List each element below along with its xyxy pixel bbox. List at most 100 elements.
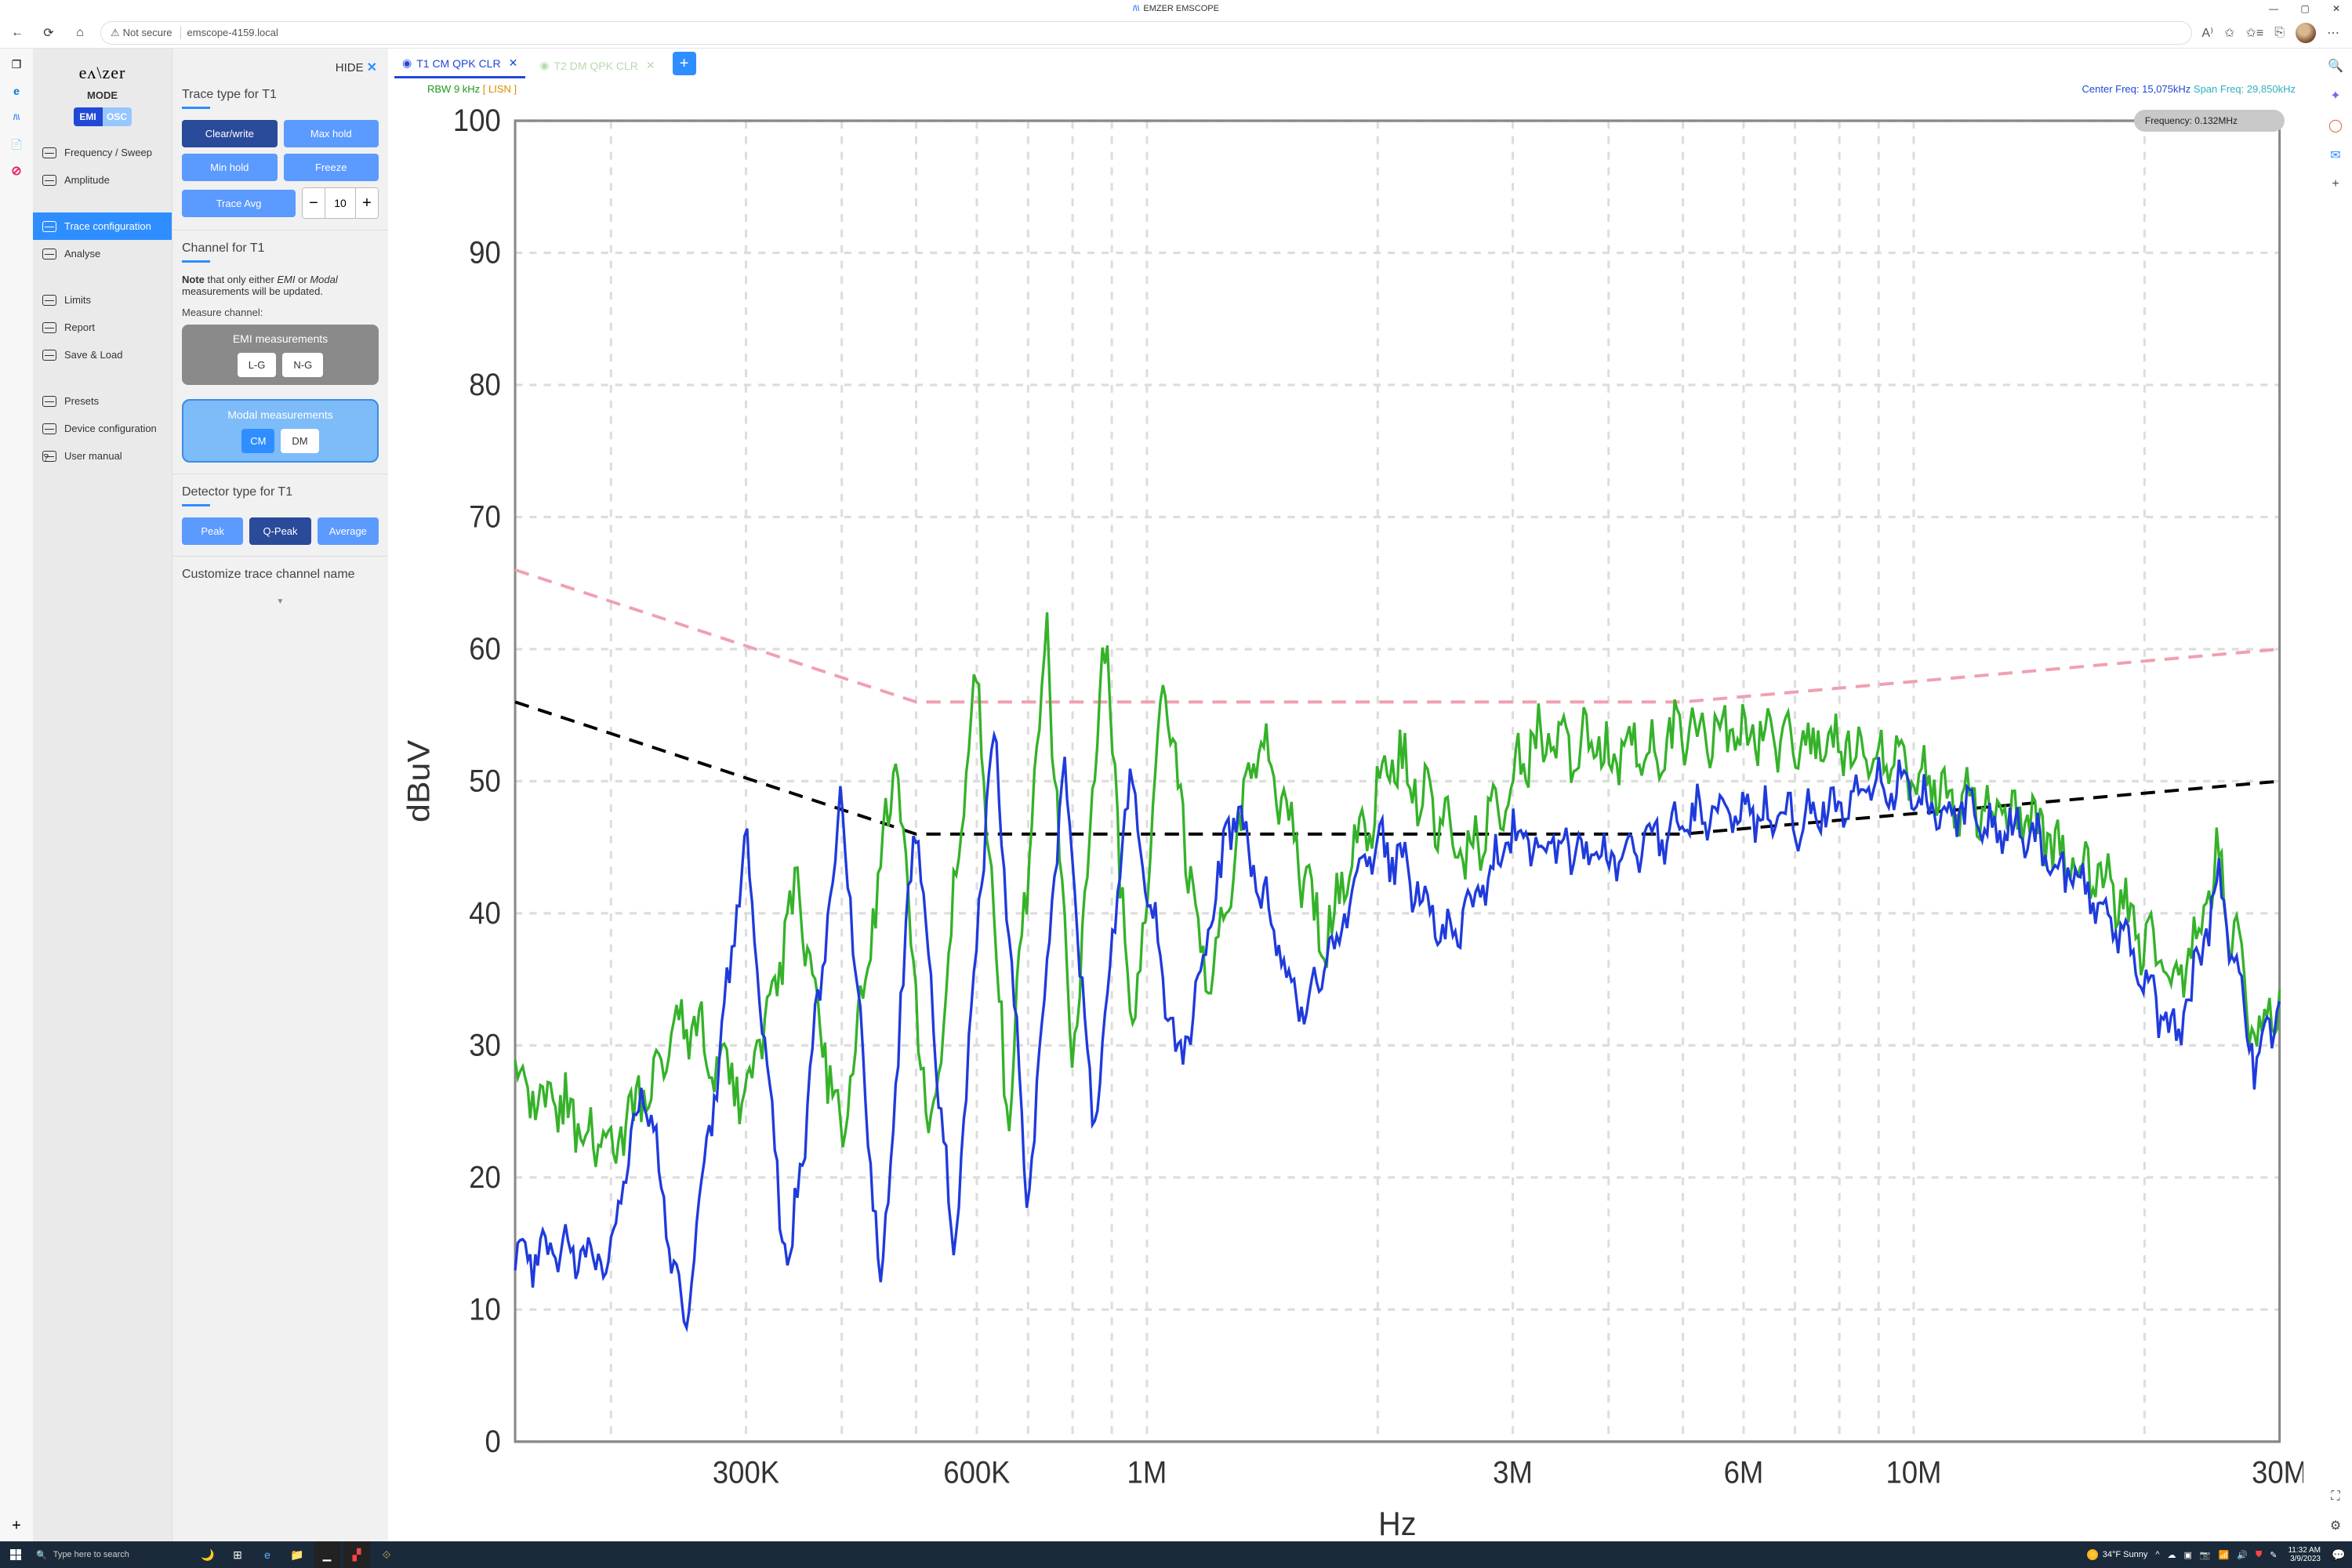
mode-emi-button[interactable]: EMI [74, 107, 103, 126]
wave-icon [42, 221, 56, 232]
clear-write-button[interactable]: Clear/write [182, 120, 278, 147]
chart-area: ◉ T1 CM QPK CLR ✕ ◉ T2 DM QPK CLR ✕ + RB… [388, 49, 2319, 1541]
task-edge-icon[interactable]: e [254, 1541, 281, 1568]
settings-icon[interactable]: ⚙ [2330, 1518, 2341, 1534]
svg-text:30: 30 [469, 1029, 501, 1063]
edge-tab-icon[interactable]: e [9, 83, 24, 99]
hide-label: HIDE [336, 61, 364, 74]
collections-icon[interactable]: ⎘ [2274, 26, 2285, 40]
nav-save-load[interactable]: Save & Load [33, 341, 172, 368]
notifications-icon[interactable]: 💬 [2325, 1541, 2352, 1568]
customize-title: Customize trace channel name [182, 568, 379, 582]
avg-stepper: − + [302, 187, 379, 219]
qpeak-button[interactable]: Q-Peak [249, 517, 310, 545]
svg-text:10: 10 [469, 1293, 501, 1327]
nav-device-config[interactable]: Device configuration [33, 415, 172, 442]
avg-increment-button[interactable]: + [356, 188, 378, 218]
svg-text:40: 40 [469, 897, 501, 931]
task-weather-icon[interactable]: 🌙 [194, 1541, 221, 1568]
dm-button[interactable]: DM [281, 429, 318, 453]
nav-presets[interactable]: Presets [33, 387, 172, 415]
add-tab-button[interactable]: + [9, 1518, 24, 1534]
chevron-up-icon[interactable]: ^ [2155, 1550, 2159, 1559]
wifi-icon[interactable]: 📶 [2219, 1550, 2230, 1560]
chat-icon[interactable]: ✦ [2330, 88, 2340, 103]
tab-t2[interactable]: ◉ T2 DM QPK CLR ✕ [532, 53, 662, 78]
tab-close-icon[interactable]: ✕ [509, 56, 518, 70]
url-text: emscope-4159.local [187, 27, 278, 38]
task-app1-icon[interactable]: ▁ [314, 1541, 340, 1568]
nav-reload-button[interactable]: ⟳ [38, 22, 60, 44]
camera-icon[interactable]: 📷 [2200, 1550, 2211, 1560]
nav-amplitude[interactable]: Amplitude [33, 166, 172, 194]
office-icon[interactable]: ◯ [2328, 118, 2343, 133]
tabs-icon[interactable]: ❐ [9, 56, 24, 72]
nav-limits[interactable]: Limits [33, 286, 172, 314]
nav-back-button[interactable]: ← [6, 22, 28, 44]
favorite-icon[interactable]: ✩ [2224, 25, 2234, 41]
add-trace-button[interactable]: + [673, 52, 696, 75]
nav-trace-configuration[interactable]: Trace configuration [33, 212, 172, 240]
channel-title: Channel for T1 [182, 241, 379, 256]
start-button[interactable] [0, 1541, 31, 1568]
min-hold-button[interactable]: Min hold [182, 154, 278, 181]
tab-close-icon[interactable]: ✕ [646, 59, 655, 72]
cm-button[interactable]: CM [241, 429, 274, 453]
system-tray[interactable]: ^ ☁ ▣ 📷 📶 🔊 ⛊ ✎ [2155, 1550, 2283, 1560]
max-hold-button[interactable]: Max hold [284, 120, 379, 147]
nav-analyse[interactable]: Analyse [33, 240, 172, 267]
task-app2-icon[interactable]: ▞ [343, 1541, 370, 1568]
taskbar-search[interactable]: 🔍 Type here to search [31, 1550, 188, 1560]
read-aloud-icon[interactable]: A⁾ [2201, 25, 2213, 41]
window-minimize[interactable]: — [2258, 0, 2289, 17]
close-tab-icon[interactable]: ⊘ [9, 163, 24, 179]
onedrive-icon[interactable]: ☁ [2168, 1550, 2176, 1560]
hide-panel-button[interactable]: HIDE ✕ [336, 60, 377, 75]
trace-tabs: ◉ T1 CM QPK CLR ✕ ◉ T2 DM QPK CLR ✕ + [388, 49, 2319, 78]
nav-frequency-sweep[interactable]: Frequency / Sweep [33, 139, 172, 166]
peak-button[interactable]: Peak [182, 517, 243, 545]
lg-button[interactable]: L-G [238, 353, 277, 377]
avg-value-input[interactable] [325, 188, 356, 218]
window-maximize[interactable]: ▢ [2289, 0, 2321, 17]
nav-home-button[interactable]: ⌂ [69, 22, 91, 44]
task-view-icon[interactable]: ⊞ [224, 1541, 251, 1568]
app-tab-icon[interactable]: /\\ [9, 110, 24, 125]
pen-icon[interactable]: ✎ [2270, 1550, 2277, 1560]
span-freq-value: 29,850kHz [2247, 83, 2296, 95]
average-button[interactable]: Average [318, 517, 379, 545]
svg-text:300K: 300K [713, 1456, 779, 1490]
mode-toggle[interactable]: EMI OSC [74, 107, 132, 126]
weather-text: 34°F Sunny [2103, 1550, 2148, 1559]
spectrum-chart[interactable]: 0102030405060708090100300K600K1M3M6M10M3… [396, 95, 2303, 1545]
warning-icon: ⚠ [111, 27, 120, 39]
brand-logo: eᴧ\zer [33, 56, 172, 88]
browser-menu-icon[interactable]: ⋯ [2327, 25, 2339, 41]
nav-user-manual[interactable]: ?User manual [33, 442, 172, 470]
search-icon[interactable]: 🔍 [2328, 58, 2343, 74]
address-bar[interactable]: ⚠Not secure emscope-4159.local [100, 21, 2192, 45]
cast-icon[interactable]: ▣ [2184, 1550, 2192, 1560]
expand-icon[interactable]: ⛶ [2331, 1490, 2339, 1504]
avg-decrement-button[interactable]: − [303, 188, 325, 218]
outlook-icon[interactable]: ✉ [2330, 147, 2340, 163]
tab-label: T1 CM QPK CLR [416, 57, 500, 70]
taskbar-weather[interactable]: 34°F Sunny [2087, 1549, 2148, 1560]
window-close[interactable]: ✕ [2321, 0, 2352, 17]
ng-button[interactable]: N-G [282, 353, 323, 377]
doc-tab-icon[interactable]: 📄 [9, 136, 24, 152]
freeze-button[interactable]: Freeze [284, 154, 379, 181]
task-explorer-icon[interactable]: 📁 [284, 1541, 310, 1568]
svg-text:50: 50 [469, 764, 501, 799]
security-icon[interactable]: ⛊ [2256, 1550, 2262, 1560]
trace-avg-button[interactable]: Trace Avg [182, 190, 296, 217]
browser-toolbar: ← ⟳ ⌂ ⚠Not secure emscope-4159.local A⁾ … [0, 17, 2352, 49]
volume-icon[interactable]: 🔊 [2237, 1550, 2248, 1560]
add-sidebar-icon[interactable]: + [2332, 177, 2339, 191]
favorites-bar-icon[interactable]: ✩≡ [2245, 25, 2263, 41]
help-icon: ? [42, 451, 56, 462]
nav-report[interactable]: Report [33, 314, 172, 341]
mode-osc-button[interactable]: OSC [103, 107, 132, 126]
profile-avatar[interactable] [2296, 23, 2316, 43]
tab-t1[interactable]: ◉ T1 CM QPK CLR ✕ [394, 50, 525, 78]
